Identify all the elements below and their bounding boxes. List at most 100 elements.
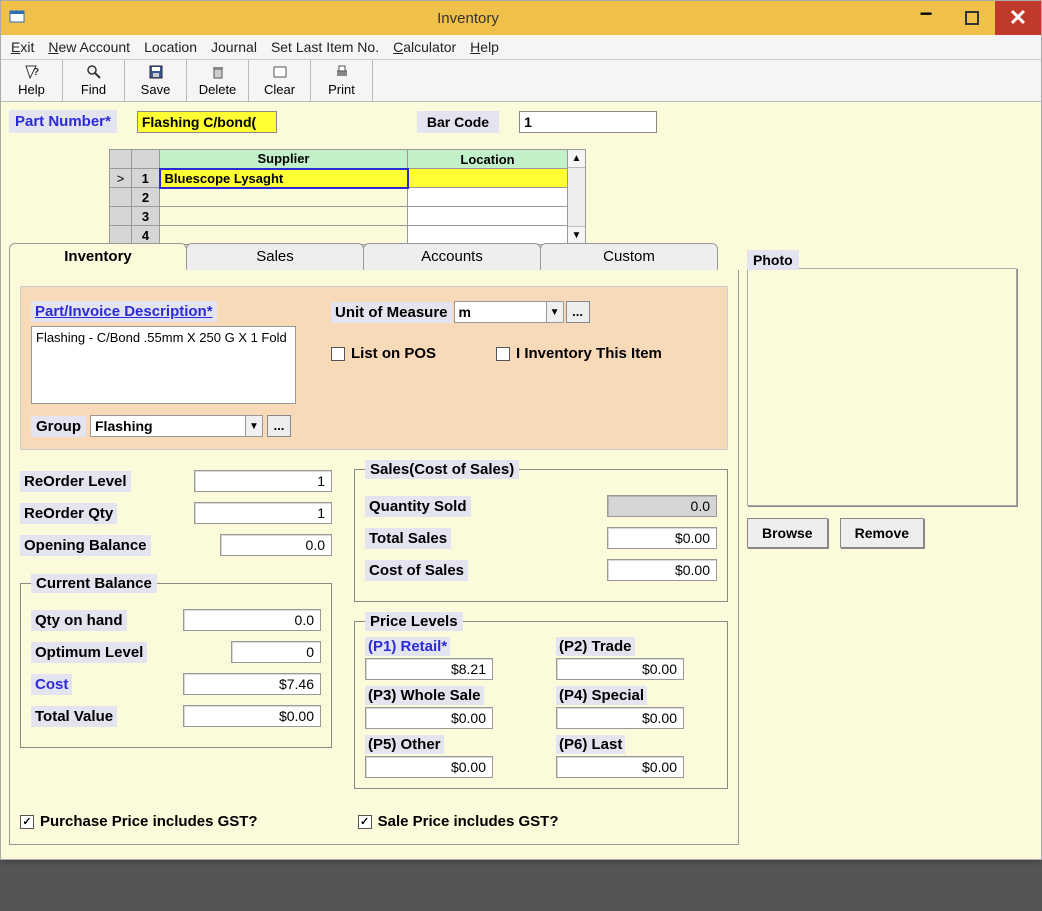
- col-location[interactable]: Location: [408, 150, 568, 169]
- svg-text:?: ?: [33, 67, 39, 78]
- row-num: 2: [132, 188, 160, 207]
- optimum-level-label: Optimum Level: [31, 642, 147, 663]
- p2-label: (P2) Trade: [556, 637, 635, 656]
- help-label: Help: [18, 82, 45, 97]
- tab-accounts[interactable]: Accounts: [363, 243, 541, 270]
- chevron-down-icon[interactable]: ▼: [245, 415, 263, 437]
- find-label: Find: [81, 82, 106, 97]
- cost-input[interactable]: [183, 673, 321, 695]
- close-button[interactable]: ✕: [995, 1, 1041, 35]
- menu-calculator[interactable]: Calculator: [393, 39, 456, 55]
- reorder-qty-label: ReOrder Qty: [20, 503, 117, 524]
- qty-on-hand-label: Qty on hand: [31, 610, 127, 631]
- menu-location[interactable]: Location: [144, 39, 197, 55]
- search-icon: [86, 64, 102, 80]
- menu-set-last-item[interactable]: Set Last Item No.: [271, 39, 379, 55]
- location-cell[interactable]: [408, 188, 568, 207]
- p6-label: (P6) Last: [556, 735, 625, 754]
- supplier-grid[interactable]: Supplier Location > 1 Bluescope Lysaght …: [109, 149, 568, 245]
- total-value-input[interactable]: [183, 705, 321, 727]
- reorder-level-label: ReOrder Level: [20, 471, 131, 492]
- reorder-qty-input[interactable]: [194, 502, 332, 524]
- uom-select[interactable]: [454, 301, 546, 323]
- chevron-down-icon[interactable]: ▼: [546, 301, 564, 323]
- remove-button[interactable]: Remove: [840, 518, 924, 548]
- print-button[interactable]: Print: [311, 60, 373, 101]
- cost-of-sales-label: Cost of Sales: [365, 560, 468, 581]
- sale-gst-checkbox[interactable]: ✓Sale Price includes GST?: [358, 813, 559, 830]
- location-cell[interactable]: [408, 226, 568, 245]
- list-on-pos-checkbox[interactable]: List on POS: [331, 345, 436, 362]
- row-num: 1: [132, 169, 160, 188]
- p1-label: (P1) Retail*: [365, 637, 450, 656]
- p4-input[interactable]: [556, 707, 684, 729]
- supplier-cell[interactable]: Bluescope Lysaght: [160, 169, 408, 188]
- menubar: Exit New Account Location Journal Set La…: [1, 35, 1041, 59]
- sale-gst-label: Sale Price includes GST?: [378, 813, 559, 830]
- maximize-button[interactable]: [949, 1, 995, 35]
- qty-on-hand-input[interactable]: [183, 609, 321, 631]
- total-sales-input[interactable]: [607, 527, 717, 549]
- p2-input[interactable]: [556, 658, 684, 680]
- p3-label: (P3) Whole Sale: [365, 686, 484, 705]
- current-balance-legend: Current Balance: [31, 574, 157, 593]
- find-button[interactable]: Find: [63, 60, 125, 101]
- scroll-down-icon[interactable]: ▼: [568, 226, 585, 244]
- description-input[interactable]: [31, 326, 296, 404]
- photo-label: Photo: [747, 250, 799, 270]
- row-num: 4: [132, 226, 160, 245]
- col-supplier[interactable]: Supplier: [160, 150, 408, 169]
- help-button[interactable]: ? Help: [1, 60, 63, 101]
- inventory-this-item-checkbox[interactable]: I Inventory This Item: [496, 345, 662, 362]
- p1-input[interactable]: [365, 658, 493, 680]
- reorder-level-input[interactable]: [194, 470, 332, 492]
- menu-exit[interactable]: Exit: [11, 39, 34, 55]
- browse-button[interactable]: Browse: [747, 518, 828, 548]
- minimize-button[interactable]: [903, 1, 949, 35]
- part-number-label: Part Number*: [9, 110, 117, 133]
- barcode-label: Bar Code: [417, 111, 499, 133]
- clear-icon: [272, 64, 288, 80]
- optimum-level-input[interactable]: [231, 641, 321, 663]
- photo-area: [747, 268, 1017, 506]
- group-select[interactable]: [90, 415, 245, 437]
- row-num: 3: [132, 207, 160, 226]
- total-value-label: Total Value: [31, 706, 117, 727]
- window-title: Inventory: [33, 10, 903, 27]
- location-cell[interactable]: [408, 207, 568, 226]
- menu-help[interactable]: Help: [470, 39, 499, 55]
- opening-balance-input[interactable]: [220, 534, 332, 556]
- row-marker: >: [110, 169, 132, 188]
- supplier-cell[interactable]: [160, 207, 408, 226]
- supplier-cell[interactable]: [160, 226, 408, 245]
- purchase-gst-label: Purchase Price includes GST?: [40, 813, 258, 830]
- uom-lookup-button[interactable]: ...: [566, 301, 590, 323]
- sales-legend: Sales(Cost of Sales): [365, 460, 519, 479]
- barcode-input[interactable]: [519, 111, 657, 133]
- toolbar: ? Help Find Save Delete Clear Print: [1, 59, 1041, 102]
- p6-input[interactable]: [556, 756, 684, 778]
- supplier-cell[interactable]: [160, 188, 408, 207]
- menu-new-account[interactable]: New Account: [48, 39, 130, 55]
- qty-sold-label: Quantity Sold: [365, 496, 471, 517]
- clear-button[interactable]: Clear: [249, 60, 311, 101]
- total-sales-label: Total Sales: [365, 528, 451, 549]
- price-levels-legend: Price Levels: [365, 612, 463, 631]
- p5-input[interactable]: [365, 756, 493, 778]
- titlebar: Inventory ✕: [1, 1, 1041, 35]
- part-number-input[interactable]: [137, 111, 277, 133]
- p3-input[interactable]: [365, 707, 493, 729]
- scroll-up-icon[interactable]: ▲: [568, 150, 585, 168]
- delete-button[interactable]: Delete: [187, 60, 249, 101]
- location-cell[interactable]: [408, 169, 568, 188]
- save-button[interactable]: Save: [125, 60, 187, 101]
- menu-journal[interactable]: Journal: [211, 39, 257, 55]
- tab-custom[interactable]: Custom: [540, 243, 718, 270]
- purchase-gst-checkbox[interactable]: ✓Purchase Price includes GST?: [20, 813, 258, 830]
- p4-label: (P4) Special: [556, 686, 647, 705]
- tab-inventory[interactable]: Inventory: [9, 243, 187, 270]
- cost-of-sales-input[interactable]: [607, 559, 717, 581]
- group-lookup-button[interactable]: ...: [267, 415, 291, 437]
- tab-sales[interactable]: Sales: [186, 243, 364, 270]
- grid-scrollbar[interactable]: ▲ ▼: [568, 149, 586, 245]
